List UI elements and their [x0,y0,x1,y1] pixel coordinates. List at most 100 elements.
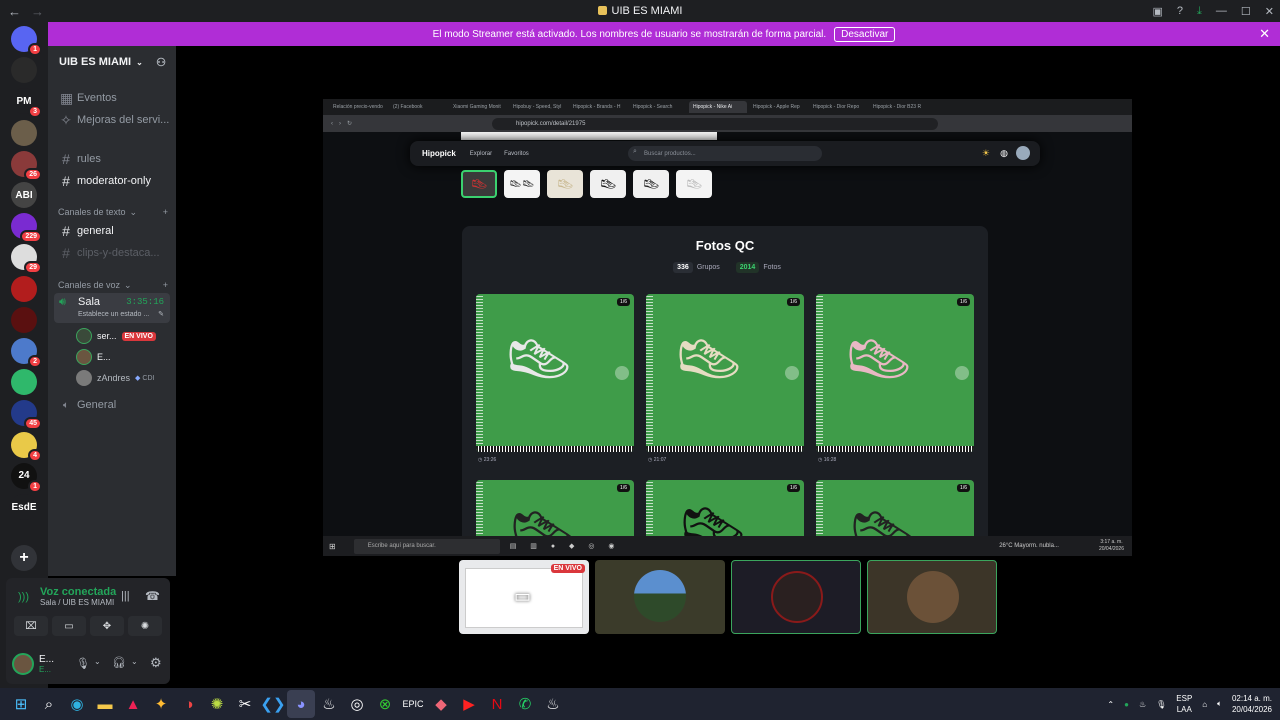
browser-tab[interactable]: Hipopick - Search [629,101,687,113]
server-icon[interactable] [11,306,37,333]
deactivate-streamer-button[interactable]: Desactivar [834,26,896,42]
next-photo-button[interactable] [785,366,799,380]
back-arrow-icon[interactable]: ‹ [331,121,333,127]
site-search-input[interactable]: ⌕ Buscar productos... [628,146,822,161]
browser-tab[interactable]: Hipopick - Nike Ai [689,101,747,113]
channel-clips[interactable]: # clips-y-destaca... [54,243,170,263]
user-info[interactable]: E... E... [39,654,54,674]
windows-start-icon[interactable]: ⊞ [7,690,35,718]
reload-icon[interactable]: ↻ [347,120,352,127]
youtube-icon[interactable]: ▶ [455,690,483,718]
steam-icon[interactable]: ♨ [539,690,567,718]
user-avatar[interactable] [12,653,34,675]
server-icon[interactable]: 45 [11,400,42,431]
vscode-icon[interactable]: ❮❯ [259,690,287,718]
channel-general[interactable]: # general [54,221,170,241]
server-icon[interactable]: ABI [11,182,37,208]
browser-tab[interactable]: (2) Facebook [389,101,447,113]
next-photo-button[interactable] [955,366,969,380]
help-icon[interactable]: ? [1177,5,1183,17]
file-explorer-icon[interactable]: ▬ [91,690,119,718]
voice-channel-general[interactable]: 🔈︎ General [54,395,170,415]
qc-photo[interactable]: 👟︎ 1/6 [816,294,974,452]
weather-text[interactable]: 26°C Mayorm. nubla... [999,543,1059,549]
server-icon[interactable]: 4 [11,431,42,462]
edit-icon[interactable]: ✎ [158,310,164,318]
discord-icon[interactable]: ◕ [287,690,315,718]
thumbnail[interactable]: 👟︎ [547,170,583,198]
whatsapp-icon[interactable]: ✆ [511,690,539,718]
camera-off-button[interactable]: ⌧ [14,616,48,636]
app-icon[interactable]: ◎ [343,690,371,718]
invite-people-icon[interactable]: ⚇ [156,56,166,69]
disconnect-icon[interactable]: ☎ [145,589,160,603]
server-icon[interactable]: 229 [11,213,42,244]
add-channel-icon[interactable]: + [163,207,168,218]
url-field[interactable]: hipopick.com/detail/21975 [492,117,939,130]
back-arrow-icon[interactable]: ← [8,4,21,19]
events-channel[interactable]: ▦ Eventos [54,88,170,108]
server-icon[interactable]: 1 [11,26,42,56]
microphone-icon[interactable]: 🎙︎ [1156,700,1166,709]
activities-button[interactable]: ✥ [90,616,124,636]
voice-location[interactable]: Sala / UIB ES MIAMI [40,598,114,607]
thumbnail[interactable]: 👟︎ [676,170,712,198]
thumbnail[interactable]: 👟︎ [461,170,497,198]
browser-tab[interactable]: Relación precio-vendo [329,101,387,113]
close-banner-icon[interactable]: ✕ [1259,26,1270,42]
system-clock[interactable]: 3:17 a. m. 20/04/2026 [1099,539,1124,553]
thumbnail[interactable]: 👟︎ [590,170,626,198]
microphone-icon[interactable]: 🎙︎ [76,657,90,670]
forward-arrow-icon[interactable]: › [339,121,341,127]
windows-start-icon[interactable]: ⊞ [329,542,336,551]
app-icon[interactable]: ✦ [147,690,175,718]
noise-suppression-icon[interactable]: ||| [121,590,130,602]
qc-photo[interactable]: 👟︎ 1/6 [646,480,804,536]
participant-tile[interactable] [595,560,725,634]
language-indicator[interactable]: ESP LAA [1176,693,1192,715]
download-icon[interactable]: ⤓ [1197,5,1202,18]
edge-icon[interactable]: ◉ [63,690,91,718]
explore-link[interactable]: Explorar [470,151,492,157]
chevron-up-icon[interactable]: ⌃ [1107,700,1114,709]
server-icon[interactable]: 24 1 [11,462,42,493]
voice-user[interactable]: E... [76,347,111,367]
add-server-icon[interactable]: + [11,545,37,571]
qc-photo[interactable]: 👟︎ 1/6 [476,294,634,452]
windows-search-box[interactable]: Escribe aquí para buscar. [353,538,500,554]
headphones-icon[interactable]: 🎧︎ [112,656,126,669]
qc-photo[interactable]: 👟︎ 1/6 [816,480,974,536]
capcut-icon[interactable]: ✂ [231,690,259,718]
minimize-button[interactable]: — [1216,5,1227,17]
server-icon[interactable] [11,369,37,396]
channel-rules[interactable]: # rules [54,149,170,169]
participant-tile[interactable] [867,560,997,634]
server-icon[interactable]: PM 3 [11,88,42,119]
browser-tab[interactable]: Hipobuy - Speed, Styl [509,101,567,113]
server-icon[interactable]: 2 [11,338,42,368]
qc-photo[interactable]: 👟︎ 1/6 [476,480,634,536]
qc-photo[interactable]: 👟︎ 1/6 [646,294,804,452]
volume-icon[interactable]: 🔈︎ [1217,699,1222,709]
server-icon[interactable]: 29 [11,244,42,275]
close-button[interactable]: ✕ [1265,5,1274,18]
server-icon[interactable] [11,57,37,84]
server-icon[interactable] [11,275,37,302]
app-icon[interactable]: ✺ [203,690,231,718]
maximize-button[interactable]: ☐ [1241,5,1251,18]
server-header[interactable]: UIB ES MIAMI ⌄ ⚇ [48,46,176,78]
thumbnail[interactable]: 👟︎ [633,170,669,198]
server-icon[interactable]: 26 [11,150,42,181]
steam-icon[interactable]: ♨ [315,690,343,718]
browser-tab[interactable]: Hipopick - Dior B23 R [869,101,927,113]
thumbnail[interactable]: 👟︎👟︎ [504,170,540,198]
browser-tab[interactable]: Hipopick - Dior Repo [809,101,867,113]
server-icon[interactable] [11,119,37,146]
chevron-down-icon[interactable]: ⌄ [94,657,101,666]
search-icon[interactable]: ⌕ [35,690,63,718]
settings-gear-icon[interactable]: ⚙ [150,655,162,671]
site-logo[interactable]: Hipopick [422,149,456,158]
inbox-icon[interactable]: ▣ [1153,5,1163,18]
theme-toggle-icon[interactable]: ☀ [982,148,990,159]
voice-category[interactable]: Canales de voz ⌄ + [58,280,168,291]
